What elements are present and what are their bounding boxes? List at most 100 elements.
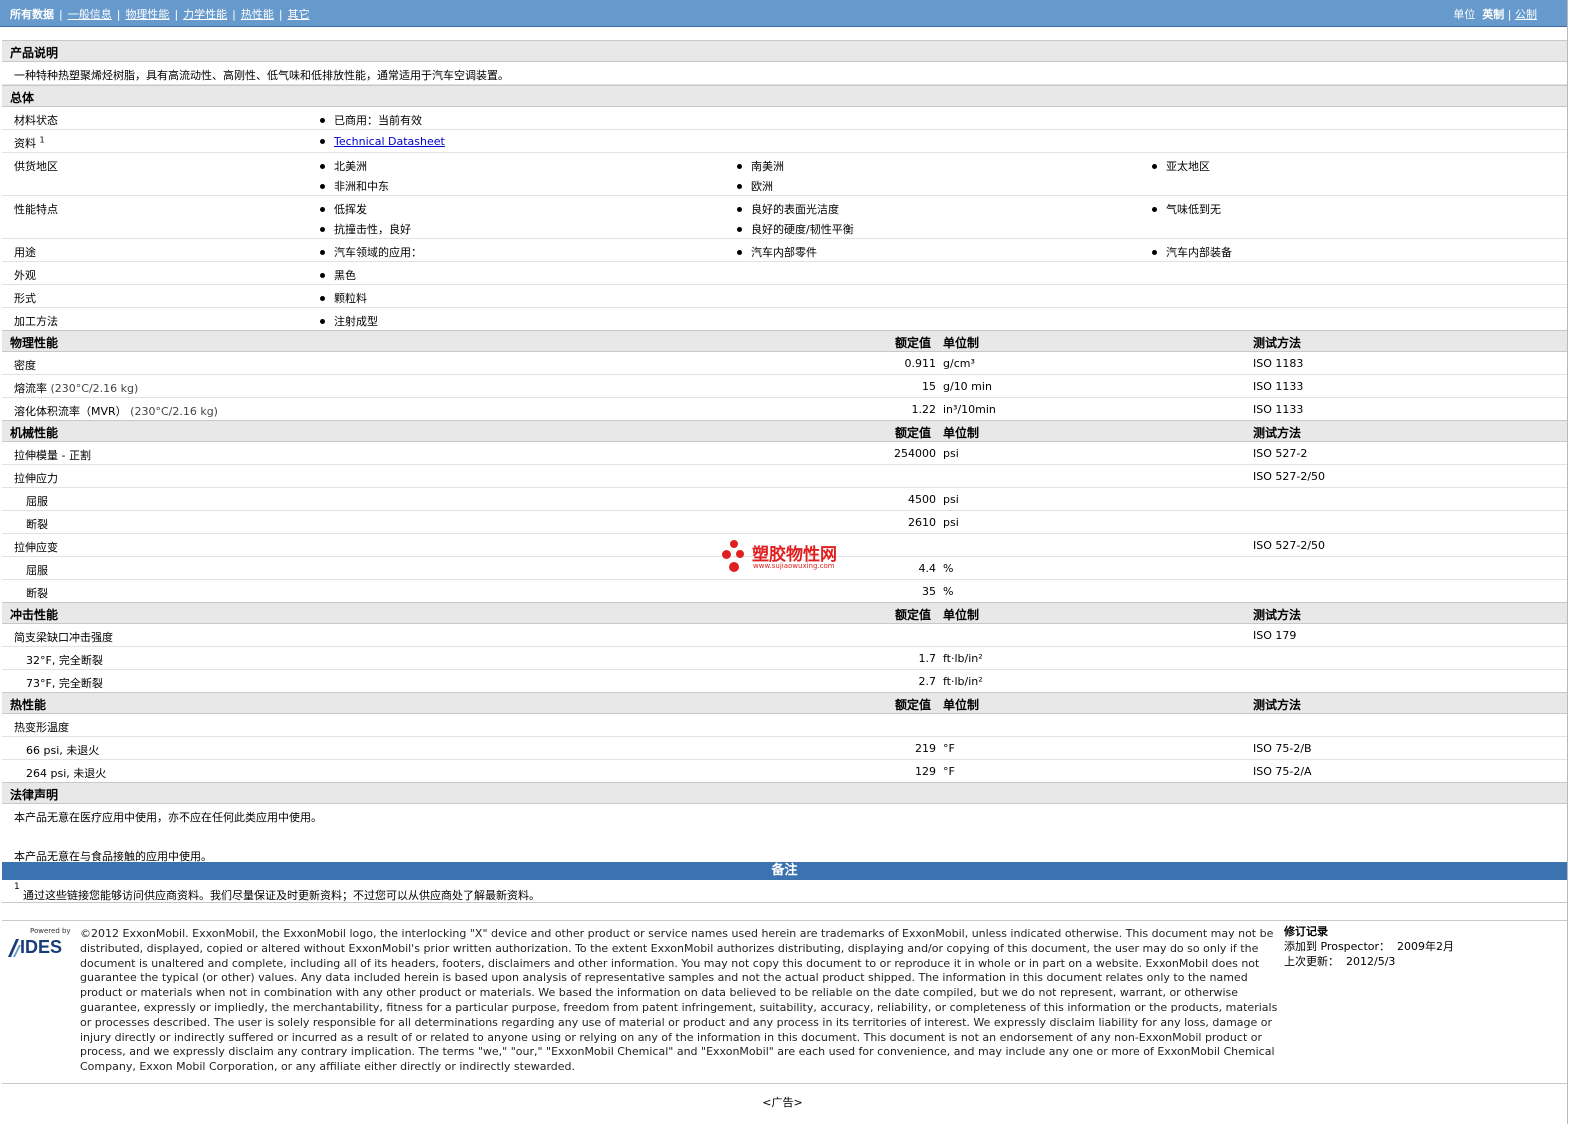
nav-general-info[interactable]: 一般信息: [68, 8, 112, 21]
col-header-test: 测试方法: [1253, 698, 1302, 712]
col-header-rated: 额定值: [895, 336, 932, 350]
revision-added: 添加到 Prospector： 2009年2月: [1284, 939, 1454, 954]
unit-value: psi: [943, 493, 959, 506]
revision-history: 修订记录 添加到 Prospector： 2009年2月 上次更新： 2012/…: [1284, 924, 1454, 969]
ad-placeholder[interactable]: <广告>: [0, 1094, 1565, 1110]
bullet-value: 低挥发: [320, 201, 367, 217]
col-header-unit: 单位制: [943, 426, 980, 440]
property-name: 溶化体积流率（MVR）: [14, 405, 127, 418]
footnote-marker: 1: [14, 882, 20, 892]
unit-value: g/10 min: [943, 380, 992, 393]
section-header-thermal: 热性能 额定值 单位制 测试方法: [2, 692, 1567, 714]
technical-datasheet-link[interactable]: Technical Datasheet: [334, 135, 445, 148]
test-method: ISO 1133: [1253, 403, 1304, 416]
row-label: 简支梁缺口冲击强度: [14, 631, 113, 644]
section-header-mechanical: 机械性能 额定值 单位制 测试方法: [2, 420, 1567, 442]
row-strain-break: 断裂 35 %: [2, 580, 1567, 602]
window-edge: [1567, 0, 1568, 1124]
rated-value: 4500: [908, 493, 936, 506]
col-header-test: 测试方法: [1253, 336, 1302, 350]
unit-value: °F: [943, 765, 955, 778]
row-label: 屈服: [26, 564, 48, 577]
row-charpy: 简支梁缺口冲击强度 ISO 179: [2, 624, 1567, 647]
row-label: 供货地区: [14, 160, 58, 173]
rated-value: 1.7: [918, 652, 937, 665]
section-title: 产品说明: [10, 46, 59, 60]
watermark-dot: [730, 540, 738, 548]
row-label: 外观: [14, 269, 36, 282]
row-stress-yield: 屈服 4500 psi: [2, 488, 1567, 511]
updated-value: 2012/5/3: [1346, 955, 1396, 968]
property-name: 熔流率: [14, 382, 47, 395]
row-label: 66 psi, 未退火: [26, 744, 100, 757]
nav-other[interactable]: 其它: [288, 8, 310, 21]
updated-label: 上次更新：: [1284, 955, 1339, 968]
col-header-rated: 额定值: [895, 608, 932, 622]
section-title: 冲击性能: [10, 608, 59, 622]
rated-value: 0.911: [904, 357, 937, 370]
row-availability: 供货地区 北美洲 南美洲 亚太地区 非洲和中东 欧洲: [2, 153, 1567, 196]
notes-header: 备注: [2, 862, 1567, 880]
bullet-value: 颗粒料: [320, 290, 367, 306]
unit-metric[interactable]: 公制: [1515, 8, 1537, 21]
added-label: 添加到 Prospector：: [1284, 940, 1391, 953]
rated-value: 2610: [908, 516, 936, 529]
row-form: 形式 颗粒料: [2, 285, 1567, 308]
rated-value: 129: [915, 765, 936, 778]
unit-value: g/cm³: [943, 357, 975, 370]
unit-english[interactable]: 英制: [1482, 8, 1504, 21]
unit-value: ft·lb/in²: [943, 675, 983, 688]
added-value: 2009年2月: [1397, 940, 1455, 953]
rated-value: 254000: [894, 447, 936, 460]
datasheet: 产品说明 一种特种热塑聚烯烃树脂，具有高流动性、高刚性、低气味和低排放性能，通常…: [2, 40, 1567, 903]
bullet-value: 汽车内部装备: [1152, 244, 1232, 260]
row-label: 性能特点: [14, 203, 58, 216]
col-header-rated: 额定值: [895, 698, 932, 712]
nav-physical[interactable]: 物理性能: [125, 8, 169, 21]
row-density: 密度 0.911 g/cm³ ISO 1183: [2, 352, 1567, 375]
row-label: 拉伸应变: [14, 541, 58, 554]
section-title: 法律声明: [10, 788, 59, 802]
row-label: 溶化体积流率（MVR） (230°C/2.16 kg): [14, 403, 218, 419]
ides-logo: Powered by IDES: [8, 927, 74, 961]
section-header-legal: 法律声明: [2, 782, 1567, 804]
unit-value: %: [943, 562, 954, 575]
revision-title: 修订记录: [1284, 925, 1328, 938]
row-label: 形式: [14, 292, 36, 305]
bullet-link: Technical Datasheet: [320, 135, 445, 148]
powered-by-label: Powered by: [30, 927, 71, 935]
rated-value: 35: [922, 585, 936, 598]
resources-label: 资料: [14, 137, 36, 150]
bullet-value: 气味低到无: [1152, 201, 1221, 217]
ides-wordmark: IDES: [20, 937, 63, 957]
test-method: ISO 1133: [1253, 380, 1304, 393]
row-label: 加工方法: [14, 315, 58, 328]
row-label: 264 psi, 未退火: [26, 767, 107, 780]
nav-thermal[interactable]: 热性能: [241, 8, 274, 21]
nav-mechanical[interactable]: 力学性能: [183, 8, 227, 21]
row-label: 用途: [14, 246, 36, 259]
bullet-value: 南美洲: [737, 158, 784, 174]
bullet-value: 汽车内部零件: [737, 244, 817, 260]
rated-value: 219: [915, 742, 936, 755]
row-hdt-66psi: 66 psi, 未退火 219 °F ISO 75-2/B: [2, 737, 1567, 760]
legal-statement: 本产品无意在医疗应用中使用，亦不应在任何此类应用中使用。 本产品无意在与食品接触…: [2, 804, 1567, 863]
col-header-unit: 单位制: [943, 608, 980, 622]
row-label: 32°F, 完全断裂: [26, 654, 103, 667]
row-label: 材料状态: [14, 114, 58, 127]
unit-value: psi: [943, 447, 959, 460]
nav-all-data[interactable]: 所有数据: [10, 8, 54, 21]
row-charpy-73f: 73°F, 完全断裂 2.7 ft·lb/in²: [2, 670, 1567, 692]
bullet-value: 抗撞击性，良好: [320, 221, 411, 237]
row-charpy-32f: 32°F, 完全断裂 1.7 ft·lb/in²: [2, 647, 1567, 670]
description-text: 一种特种热塑聚烯烃树脂，具有高流动性、高刚性、低气味和低排放性能，通常适用于汽车…: [14, 69, 509, 82]
section-header-product: 产品说明: [2, 40, 1567, 62]
row-tensile-stress: 拉伸应力 ISO 527-2/50: [2, 465, 1567, 488]
col-header-rated: 额定值: [895, 426, 932, 440]
watermark-url: www.sujiaowuxing.com: [753, 562, 835, 570]
unit-value: %: [943, 585, 954, 598]
row-stress-break: 断裂 2610 psi: [2, 511, 1567, 534]
test-method: ISO 75-2/A: [1253, 765, 1312, 778]
section-header-general: 总体: [2, 85, 1567, 107]
rated-value: 15: [922, 380, 936, 393]
